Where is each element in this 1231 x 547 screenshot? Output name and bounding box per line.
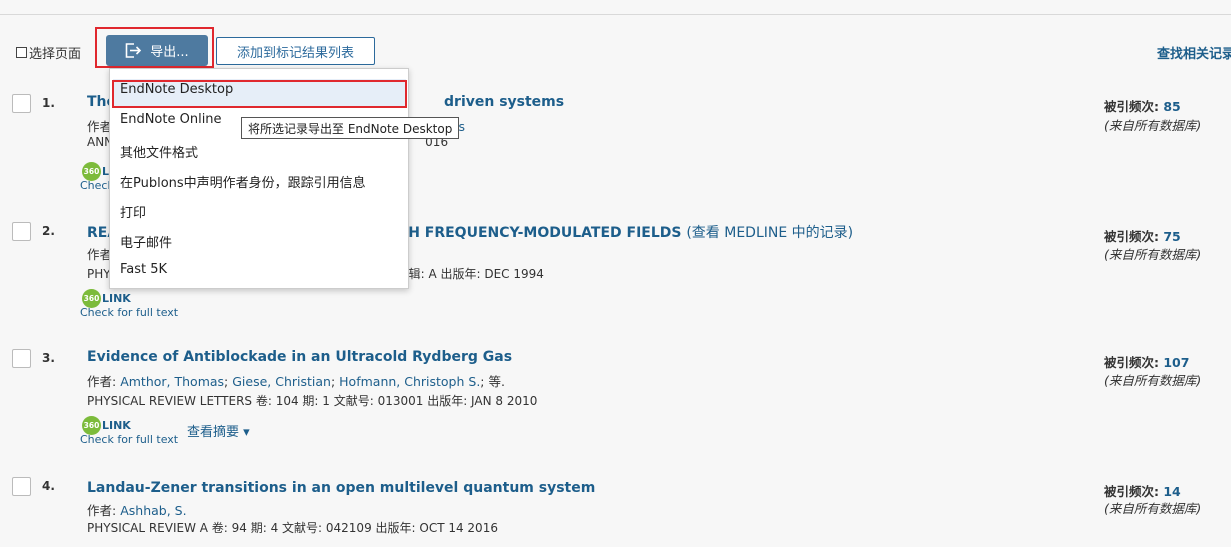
add-to-marked-list-button[interactable]: 添加到标记结果列表 xyxy=(216,37,375,65)
top-divider xyxy=(0,14,1231,15)
menu-item-endnote-online[interactable]: EndNote Online xyxy=(120,112,222,127)
author-label: 作者: xyxy=(87,503,117,518)
view-abstract-toggle[interactable]: 查看摘要 ▾ xyxy=(187,421,250,440)
record-authors: 作者: Amthor, Thomas; Giese, Christian; Ho… xyxy=(87,374,505,389)
select-page-box[interactable] xyxy=(16,47,27,58)
times-cited-source: (来自所有数据库) xyxy=(1104,118,1202,133)
author-label: 作者: xyxy=(87,374,117,389)
menu-item-publons[interactable]: 在Publons中声明作者身份，跟踪引用信息 xyxy=(120,172,366,191)
author-link[interactable]: Ashhab, S. xyxy=(120,503,186,518)
times-cited-count[interactable]: 85 xyxy=(1163,99,1180,114)
author-link[interactable]: Giese, Christian xyxy=(232,374,331,389)
times-cited: 被引频次: 85 xyxy=(1104,96,1181,115)
record-checkbox[interactable] xyxy=(12,349,31,368)
view-medline-link[interactable]: (查看 MEDLINE 中的记录) xyxy=(686,225,853,241)
times-cited-label: 被引频次: xyxy=(1104,229,1159,244)
record-source: PHYSICAL REVIEW A 卷: 94 期: 4 文献号: 042109… xyxy=(87,521,498,535)
times-cited-source: (来自所有数据库) xyxy=(1104,373,1202,388)
times-cited: 被引频次: 75 xyxy=(1104,226,1181,245)
export-button[interactable]: 导出... xyxy=(106,35,208,66)
record-number: 3. xyxy=(42,351,55,365)
record-title[interactable]: Landau-Zener transitions in an open mult… xyxy=(87,480,595,496)
menu-item-fast-5k[interactable]: Fast 5K xyxy=(120,262,167,277)
author-link[interactable]: Hofmann, Christoph S. xyxy=(339,374,480,389)
menu-item-email[interactable]: 电子邮件 xyxy=(120,232,172,251)
record-authors: 作者: Ashhab, S. xyxy=(87,500,187,519)
record-source: PHYSICAL REVIEW LETTERS 卷: 104 期: 1 文献号:… xyxy=(87,394,538,408)
export-label: 导出... xyxy=(150,45,189,60)
times-cited: 被引频次: 107 xyxy=(1104,352,1189,371)
endnote-desktop-tooltip: 将所选记录导出至 EndNote Desktop xyxy=(241,117,460,139)
record-checkbox[interactable] xyxy=(12,477,31,496)
times-cited-label: 被引频次: xyxy=(1104,355,1159,370)
find-related-records-link[interactable]: 查找相关记录 xyxy=(1157,43,1231,62)
record-checkbox[interactable] xyxy=(12,94,31,113)
menu-item-print[interactable]: 打印 xyxy=(120,202,146,221)
times-cited-count[interactable]: 75 xyxy=(1163,229,1180,244)
endnote-desktop-highlight-frame xyxy=(112,80,407,108)
times-cited-source: (来自所有数据库) xyxy=(1104,247,1202,262)
times-cited-count[interactable]: 107 xyxy=(1163,355,1189,370)
source-start: PHY xyxy=(87,267,111,281)
360-link-text: LINK xyxy=(102,419,131,432)
times-cited-source: (来自所有数据库) xyxy=(1104,501,1202,516)
select-page-label: 选择页面 xyxy=(29,47,82,62)
record-title-end[interactable]: H FREQUENCY-MODULATED FIELDS xyxy=(408,225,681,241)
times-cited-label: 被引频次: xyxy=(1104,484,1159,499)
record-number: 4. xyxy=(42,479,55,493)
select-page-checkbox[interactable]: 选择页面 xyxy=(16,43,81,62)
check-full-text-link[interactable]: Check for full text xyxy=(80,306,178,319)
check-full-text-link[interactable]: Check for full text xyxy=(80,433,178,446)
record-title-end[interactable]: driven systems xyxy=(444,94,564,110)
360-link-text: LINK xyxy=(102,292,131,305)
export-icon xyxy=(125,43,142,58)
times-cited-label: 被引频次: xyxy=(1104,99,1159,114)
author-link[interactable]: Amthor, Thomas xyxy=(120,374,224,389)
source-end: 子辑: A 出版年: DEC 1994 xyxy=(396,267,544,281)
times-cited-count[interactable]: 14 xyxy=(1163,484,1180,499)
record-checkbox[interactable] xyxy=(12,222,31,241)
record-number: 1. xyxy=(42,96,55,110)
record-number: 2. xyxy=(42,224,55,238)
menu-item-other-formats[interactable]: 其他文件格式 xyxy=(120,142,198,161)
record-title[interactable]: Evidence of Antiblockade in an Ultracold… xyxy=(87,349,512,365)
360-link-text: L xyxy=(102,165,110,178)
author-etc: ; 等. xyxy=(480,374,505,389)
